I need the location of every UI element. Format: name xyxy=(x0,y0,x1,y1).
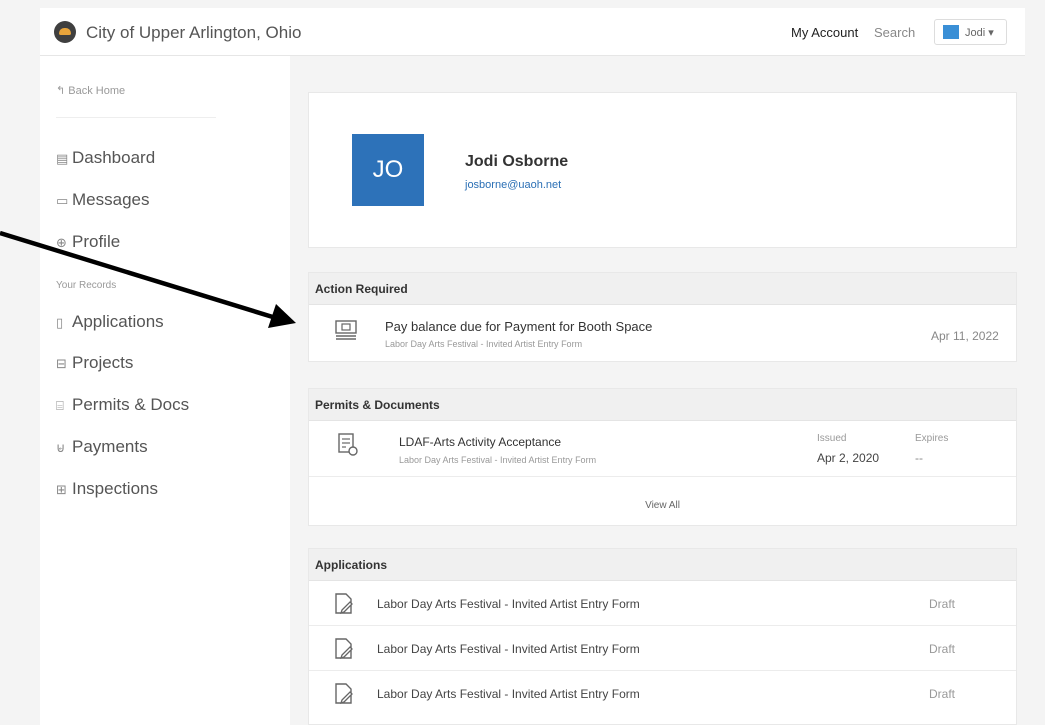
sidebar-item-label: Permits & Docs xyxy=(72,395,190,414)
permits-divider xyxy=(309,476,1016,477)
table-row[interactable]: Labor Day Arts Festival - Invited Artist… xyxy=(309,627,1016,671)
sidebar-item-label: Payments xyxy=(72,437,148,456)
view-all-link[interactable]: View All xyxy=(309,500,1016,511)
profile-name: Jodi Osborne xyxy=(465,153,569,170)
permits-documents-card: Permits & Documents LDAF-Arts Activity A… xyxy=(308,388,1017,526)
expires-label: Expires xyxy=(915,433,949,444)
action-title[interactable]: Pay balance due for Payment for Booth Sp… xyxy=(385,319,652,334)
permit-subtitle: Labor Day Arts Festival - Invited Artist… xyxy=(399,455,597,465)
application-title[interactable]: Labor Day Arts Festival - Invited Artist… xyxy=(377,687,640,701)
permits-icon: ⌸ xyxy=(56,398,64,413)
action-date: Apr 11, 2022 xyxy=(931,329,999,343)
my-account-link[interactable]: My Account xyxy=(791,25,858,40)
status-badge: Draft xyxy=(929,687,956,701)
action-required-card: Action Required Pay balance due for Paym… xyxy=(308,272,1017,362)
document-icon xyxy=(338,433,358,456)
permit-title[interactable]: LDAF-Arts Activity Acceptance xyxy=(399,435,561,449)
application-title[interactable]: Labor Day Arts Festival - Invited Artist… xyxy=(377,642,640,656)
applications-heading: Applications xyxy=(309,549,1016,581)
table-row[interactable]: Labor Day Arts Festival - Invited Artist… xyxy=(309,582,1016,626)
sidebar-item-projects[interactable]: ⊟ Projects xyxy=(56,353,133,373)
inspections-icon: ⊞ xyxy=(56,482,67,497)
action-required-row[interactable]: Pay balance due for Payment for Booth Sp… xyxy=(309,306,1016,361)
action-subtitle: Labor Day Arts Festival - Invited Artist… xyxy=(385,339,583,349)
table-row[interactable]: Labor Day Arts Festival - Invited Artist… xyxy=(309,672,1016,716)
sidebar-item-payments[interactable]: ⊌ Payments xyxy=(56,437,148,457)
profile-card: JO Jodi Osborne josborne@uaoh.net xyxy=(308,92,1017,248)
permit-row[interactable]: LDAF-Arts Activity Acceptance Labor Day … xyxy=(309,422,1016,476)
avatar: JO xyxy=(352,134,424,206)
sidebar-item-inspections[interactable]: ⊞ Inspections xyxy=(56,479,158,499)
search-link[interactable]: Search xyxy=(874,25,915,40)
permits-heading: Permits & Documents xyxy=(309,389,1016,421)
application-title[interactable]: Labor Day Arts Festival - Invited Artist… xyxy=(377,597,640,611)
action-required-heading: Action Required xyxy=(309,273,1016,305)
sidebar-item-label: Projects xyxy=(72,353,134,372)
payments-icon: ⊌ xyxy=(56,440,66,455)
user-menu-button[interactable]: Jodi ▾ xyxy=(934,19,1007,45)
payment-icon xyxy=(335,320,357,340)
profile-email-link[interactable]: josborne@uaoh.net xyxy=(465,179,561,191)
edit-document-icon xyxy=(335,683,353,705)
expires-value: -- xyxy=(915,451,923,465)
issued-label: Issued xyxy=(817,433,847,444)
edit-document-icon xyxy=(335,638,353,660)
sidebar-item-label: Inspections xyxy=(72,479,158,498)
applications-card: Applications Labor Day Arts Festival - I… xyxy=(308,548,1017,725)
issued-date: Apr 2, 2020 xyxy=(817,451,880,465)
status-badge: Draft xyxy=(929,642,956,656)
user-avatar-icon xyxy=(943,25,959,39)
projects-icon: ⊟ xyxy=(56,356,67,371)
status-badge: Draft xyxy=(929,597,956,611)
user-menu-label: Jodi ▾ xyxy=(965,27,994,39)
edit-document-icon xyxy=(335,593,353,615)
annotation-arrow-icon xyxy=(0,230,296,328)
sidebar-item-permits-docs[interactable]: ⌸ Permits & Docs xyxy=(56,395,189,415)
